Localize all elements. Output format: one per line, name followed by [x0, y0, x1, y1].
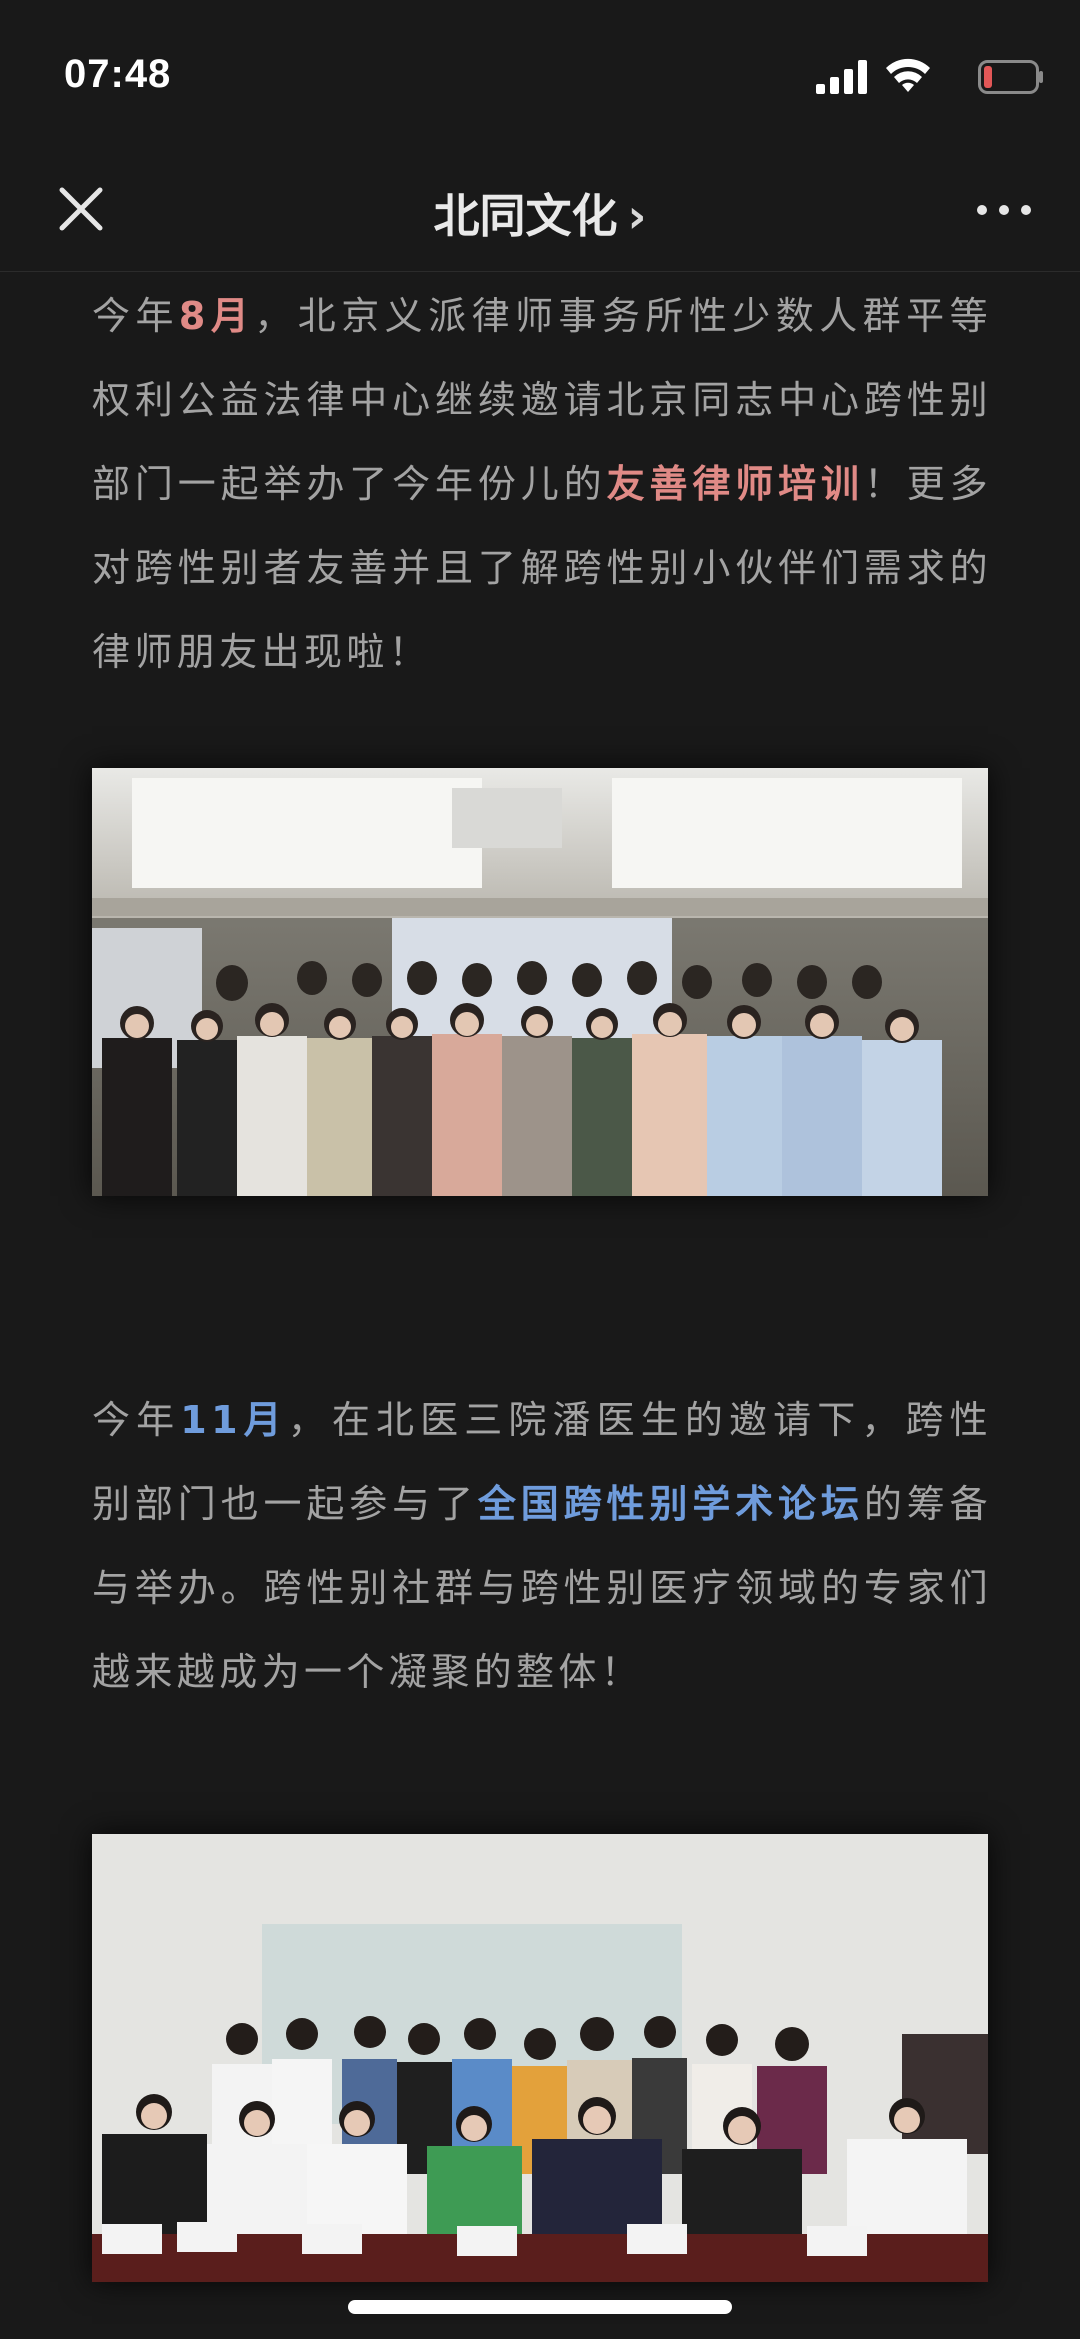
- status-icons: [784, 56, 1044, 96]
- home-indicator[interactable]: [348, 2300, 732, 2314]
- article-paragraph-2: 今年11月，在北医三院潘医生的邀请下，跨性别部门也一起参与了全国跨性别学术论坛的…: [92, 1378, 992, 1714]
- text-run: 今年: [92, 1398, 181, 1442]
- highlight-event: 友善律师培训: [606, 462, 864, 506]
- highlight-month: 11月: [180, 1398, 288, 1442]
- nav-bar: 北同文化 ›: [0, 150, 1080, 272]
- chevron-right-icon: ›: [627, 189, 647, 243]
- signal-icon: [816, 60, 867, 94]
- account-name: 北同文化: [433, 189, 618, 243]
- group-photo-transgender-forum[interactable]: [92, 1834, 988, 2282]
- status-bar: 07:48: [0, 0, 1080, 150]
- photo-image: [92, 1834, 988, 2282]
- text-run: 今年: [92, 294, 179, 338]
- article-page: 07:48 北同文化 › 今年8月，北京义派律师事务所性少数人群平等权利公益法律…: [0, 0, 1080, 2339]
- photo-image: [92, 768, 988, 1196]
- group-photo-lawyer-training[interactable]: [92, 768, 988, 1196]
- battery-low-icon: [978, 60, 1043, 94]
- highlight-event: 全国跨性别学术论坛: [477, 1482, 864, 1526]
- more-icon[interactable]: [974, 190, 1034, 230]
- account-title-link[interactable]: 北同文化 ›: [0, 180, 1080, 246]
- wifi-icon: [886, 58, 930, 92]
- status-time: 07:48: [64, 52, 172, 96]
- highlight-month: 8月: [178, 294, 255, 338]
- article-paragraph-1: 今年8月，北京义派律师事务所性少数人群平等权利公益法律中心继续邀请北京同志中心跨…: [92, 274, 992, 694]
